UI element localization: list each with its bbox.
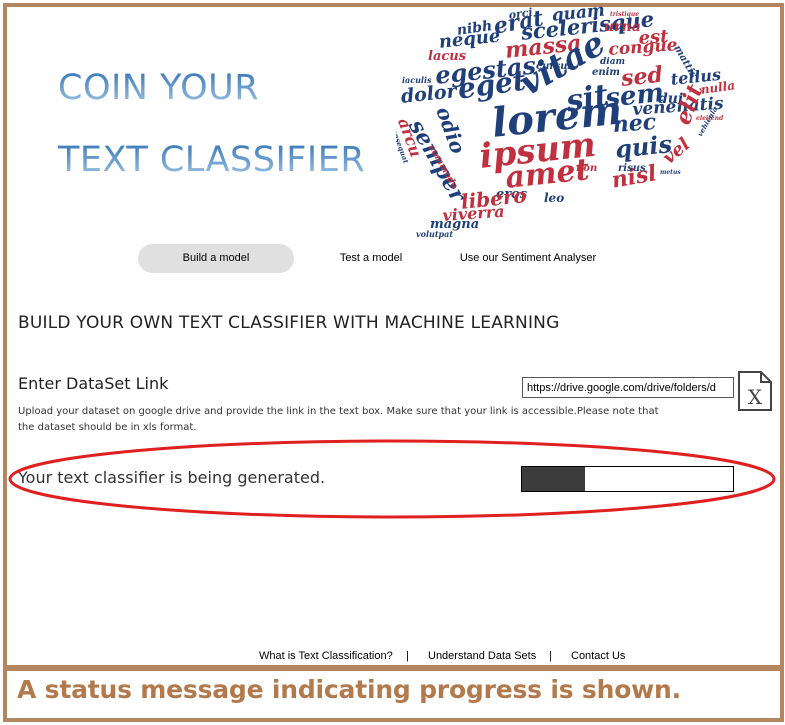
app-title-line-2: TEXT CLASSIFIER (58, 140, 366, 180)
tab-sentiment-analyser[interactable]: Use our Sentiment Analyser (444, 244, 612, 273)
footer-link-what-is-text-classification[interactable]: What is Text Classification? (259, 650, 393, 662)
progress-bar-fill (522, 467, 586, 491)
word-cloud-word: leo (544, 191, 565, 205)
status-message: Your text classifier is being generated. (18, 468, 326, 487)
app-title-line-1: COIN YOUR (58, 68, 260, 108)
svg-text:X: X (748, 385, 763, 409)
page-heading: BUILD YOUR OWN TEXT CLASSIFIER WITH MACH… (18, 313, 560, 333)
dataset-help-text: Upload your dataset on google drive and … (18, 406, 659, 433)
word-cloud-word: risus (618, 163, 646, 174)
tab-build-model[interactable]: Build a model (138, 244, 294, 273)
footer-separator: | (406, 650, 409, 662)
word-cloud-word: metus (660, 169, 681, 176)
word-cloud-word: dolor (399, 80, 458, 108)
dataset-link-input[interactable] (522, 377, 734, 398)
word-cloud-word: non (576, 163, 598, 174)
footer-link-contact-us[interactable]: Contact Us (571, 650, 625, 662)
word-cloud-word: urna (604, 19, 641, 35)
footer-separator: | (549, 650, 552, 662)
footer-links: What is Text Classification? | Understan… (0, 650, 785, 664)
word-cloud-word: congue (607, 35, 679, 60)
progress-bar (521, 466, 734, 492)
word-cloud-word: volutpat (416, 229, 454, 239)
word-cloud-word: enim (592, 67, 621, 78)
word-cloud-logo: orci quam tristique erat nibh scelerisque urna… (396, 4, 740, 242)
caption-text: A status message indicating progress is … (17, 675, 681, 704)
dataset-link-label: Enter DataSet Link (18, 374, 169, 393)
tab-test-model[interactable]: Test a model (322, 244, 420, 273)
caption-box: A status message indicating progress is … (3, 667, 784, 722)
footer-link-understand-data-sets[interactable]: Understand Data Sets (428, 650, 536, 662)
xls-file-icon[interactable]: X (737, 371, 773, 411)
